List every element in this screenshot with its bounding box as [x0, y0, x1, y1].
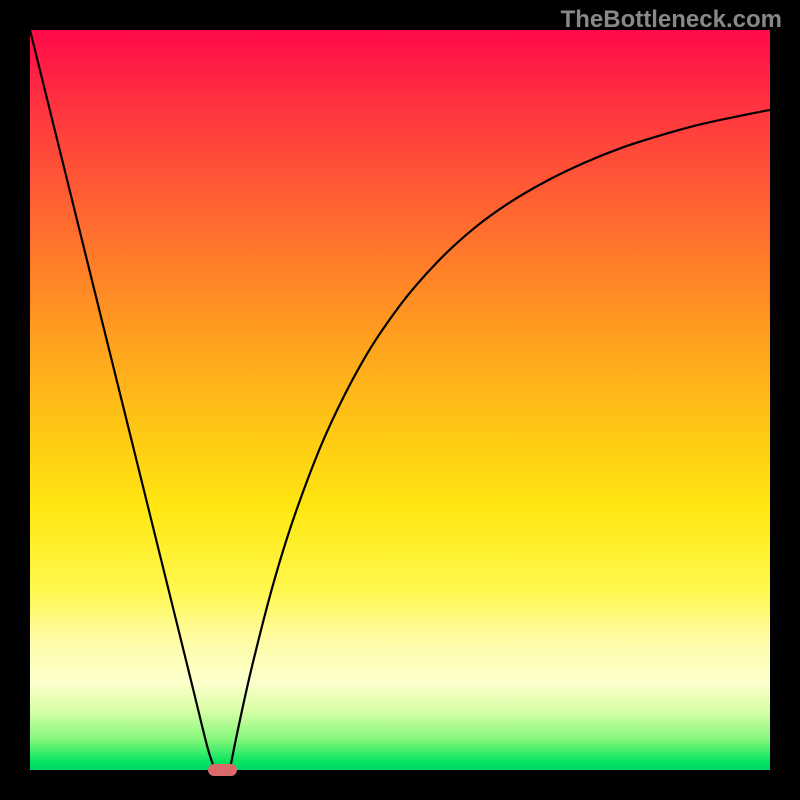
chart-frame: TheBottleneck.com [0, 0, 800, 800]
plot-area [30, 30, 770, 770]
curve-right-branch [230, 110, 770, 770]
minimum-marker [208, 764, 238, 776]
curve-layer [30, 30, 770, 770]
curve-left-branch [30, 30, 215, 770]
